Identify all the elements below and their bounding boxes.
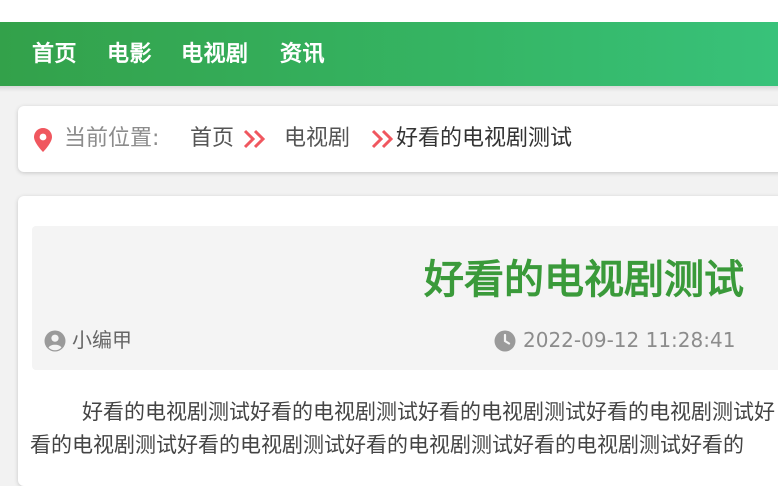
top-strip [0,0,778,22]
breadcrumb-current: 好看的电视剧测试 [396,126,573,151]
article-title: 好看的电视剧测试 [424,257,744,303]
article-card: 好看的电视剧测试 小编甲 2022-09-12 11:28:41 好看的电视剧测… [18,196,778,486]
nav-item-movies[interactable]: 电影 [107,40,152,70]
breadcrumb-category-link[interactable]: 电视剧 [284,124,350,154]
location-pin-icon [34,128,52,152]
double-chevron-right-icon [243,129,266,149]
breadcrumb-label: 当前位置: [64,126,160,151]
user-circle-icon [44,330,66,352]
breadcrumb: 当前位置: 首页 电视剧 好看的电视剧测试 [18,106,778,172]
article-author: 小编甲 [72,328,132,352]
nav-item-home[interactable]: 首页 [32,40,77,70]
article-body: 好看的电视剧测试好看的电视剧测试好看的电视剧测试好看的电视剧测试好看的电视剧测试… [30,400,775,457]
article-datetime: 2022-09-12 11:28:41 [523,328,736,352]
main-nav: 首页 电影 电视剧 资讯 [0,22,778,86]
breadcrumb-home-link[interactable]: 首页 [190,124,234,154]
double-chevron-right-icon [371,129,394,149]
article-header: 好看的电视剧测试 小编甲 2022-09-12 11:28:41 [32,226,778,370]
nav-item-news[interactable]: 资讯 [280,40,325,70]
nav-item-tv[interactable]: 电视剧 [181,40,249,70]
nav-shadow [0,86,778,92]
clock-icon [494,330,516,352]
